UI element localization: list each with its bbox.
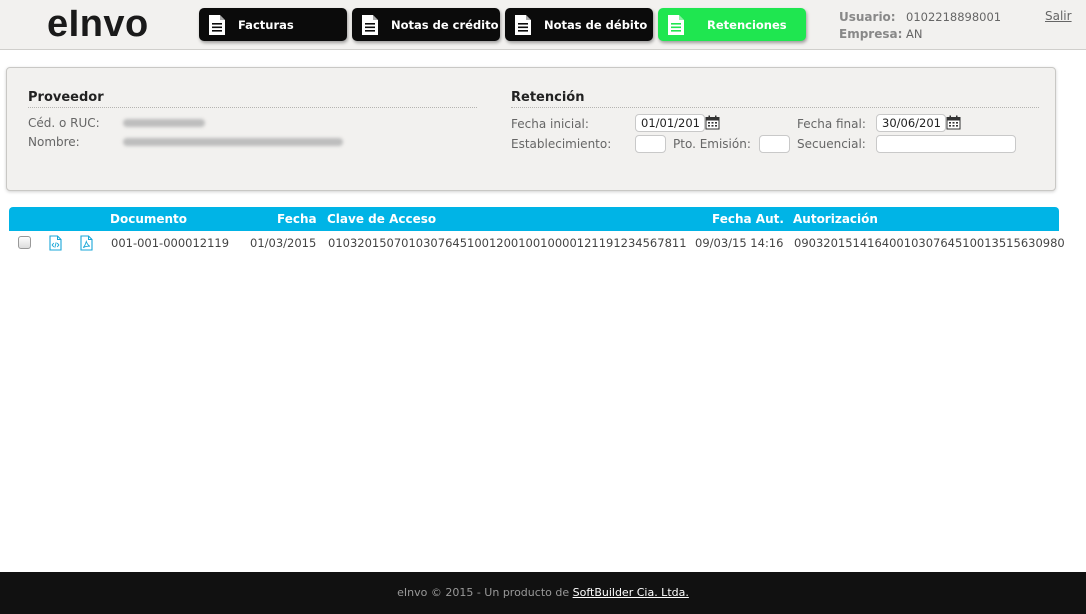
provider-divider (28, 107, 477, 108)
nav-retenciones-label: Retenciones (707, 17, 787, 32)
nav-notas-credito-label: Notas de crédito (391, 17, 499, 32)
logout-link[interactable]: Salir (1045, 9, 1072, 23)
nav-retenciones-button[interactable]: Retenciones (658, 8, 806, 41)
provider-section-title: Proveedor (28, 90, 104, 105)
start-date-input[interactable] (635, 114, 705, 132)
footer-company-link[interactable]: SoftBuilder Cia. Ltda. (573, 586, 689, 599)
filter-panel: Proveedor Céd. o RUC: Nombre: Retención … (6, 67, 1056, 191)
xml-file-icon[interactable] (49, 235, 62, 251)
nav-notas-credito-button[interactable]: Notas de crédito (352, 8, 500, 41)
column-header-clave-acceso[interactable]: Clave de Acceso (327, 212, 436, 226)
top-header: eInvo Facturas Notas de crédito Notas de… (0, 0, 1086, 50)
document-icon (668, 14, 684, 35)
user-value: 0102218898001 (906, 10, 1002, 24)
sequential-label: Secuencial: (797, 137, 866, 151)
retention-divider (511, 107, 1039, 108)
establishment-label: Establecimiento: (511, 137, 612, 151)
start-date-label: Fecha inicial: (511, 117, 589, 131)
provider-name-label: Nombre: (28, 135, 80, 149)
company-label: Empresa: (839, 27, 903, 41)
table-row[interactable]: 001-001-000012119 01/03/2015 01032015070… (9, 232, 1065, 254)
company-value: AN (906, 27, 923, 41)
calendar-icon[interactable] (705, 115, 720, 130)
nav-notas-debito-label: Notas de débito (544, 17, 648, 32)
document-icon (209, 14, 225, 35)
provider-name-value-redacted (123, 138, 343, 146)
cell-documento: 001-001-000012119 (111, 236, 230, 250)
app-logo: eInvo (47, 3, 149, 45)
column-header-autorizacion[interactable]: Autorización (793, 212, 878, 226)
nav-facturas-button[interactable]: Facturas (199, 8, 347, 41)
cell-autorizacion: 0903201514164001030764510013515630980 (794, 236, 1065, 250)
sequential-input[interactable] (876, 135, 1016, 153)
footer-text: eInvo © 2015 - Un producto de (397, 586, 573, 599)
cell-clave-acceso: 0103201507010307645100120010010000121191… (328, 236, 687, 250)
user-info: Usuario: 0102218898001 Empresa: AN (839, 9, 1001, 43)
page-footer: eInvo © 2015 - Un producto de SoftBuilde… (0, 572, 1086, 614)
end-date-input[interactable] (876, 114, 946, 132)
column-header-fecha[interactable]: Fecha (277, 212, 317, 226)
nav-notas-debito-button[interactable]: Notas de débito (505, 8, 653, 41)
pdf-file-icon[interactable] (80, 235, 93, 251)
row-select-checkbox[interactable] (18, 236, 31, 249)
cell-fecha: 01/03/2015 (250, 236, 317, 250)
provider-id-label: Céd. o RUC: (28, 116, 100, 130)
emission-point-input[interactable] (759, 135, 790, 153)
retention-section-title: Retención (511, 90, 585, 105)
document-icon (515, 14, 531, 35)
app-root: eInvo Facturas Notas de crédito Notas de… (0, 0, 1086, 614)
user-label: Usuario: (839, 10, 896, 24)
calendar-icon[interactable] (946, 115, 961, 130)
end-date-label: Fecha final: (797, 117, 866, 131)
establishment-input[interactable] (635, 135, 666, 153)
cell-fecha-aut: 09/03/15 14:16 (695, 236, 784, 250)
provider-id-value-redacted (123, 119, 205, 127)
column-header-documento[interactable]: Documento (110, 212, 187, 226)
nav-facturas-label: Facturas (238, 17, 294, 32)
column-header-fecha-aut[interactable]: Fecha Aut. (712, 212, 784, 226)
emission-point-label: Pto. Emisión: (673, 137, 751, 151)
document-icon (362, 14, 378, 35)
results-table-header: Documento Fecha Clave de Acceso Fecha Au… (9, 207, 1059, 231)
